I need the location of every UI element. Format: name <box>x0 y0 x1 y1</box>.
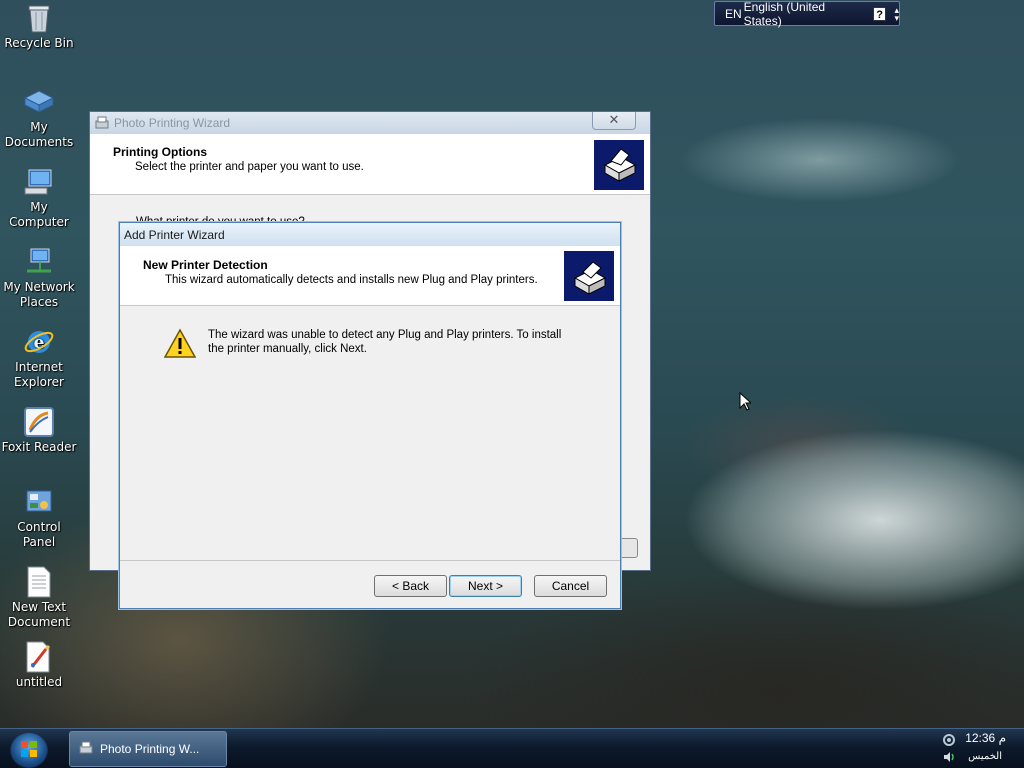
options-chevron-icon[interactable]: ▴ ▾ <box>894 5 899 22</box>
desktop-icon-untitled[interactable]: untitled <box>0 641 78 690</box>
add-printer-header-title: New Printer Detection <box>143 258 268 272</box>
warning-icon <box>163 328 197 360</box>
photo-wizard-app-icon <box>94 115 110 131</box>
documents-icon <box>23 86 55 118</box>
system-tray: 12:36 م الخميس <box>932 729 1024 768</box>
language-code[interactable]: EN <box>725 7 742 21</box>
text-document-icon <box>23 566 55 598</box>
control-panel-icon <box>23 486 55 518</box>
internet-explorer-icon: e <box>23 326 55 358</box>
add-printer-title: Add Printer Wizard <box>124 227 225 242</box>
foxit-reader-icon <box>23 406 55 438</box>
desktop-icon-network-places[interactable]: My Network Places <box>0 246 78 310</box>
help-icon[interactable]: ? <box>872 6 887 21</box>
desktop-icon-label: My Documents <box>4 120 74 149</box>
desktop-icon-label: My Computer <box>9 200 69 229</box>
desktop-icon-my-computer[interactable]: My Computer <box>0 166 78 230</box>
taskbar: Photo Printing W... 12:36 م الخميس <box>0 728 1024 768</box>
desktop-icon-new-text-document[interactable]: New Text Document <box>0 566 78 630</box>
desktop-icon-label: New Text Document <box>7 600 71 629</box>
taskbar-item-photo-printing-wizard[interactable]: Photo Printing W... <box>69 731 227 767</box>
network-status-icon[interactable] <box>942 733 956 747</box>
next-button[interactable]: Next > <box>449 575 522 597</box>
recycle-bin-icon <box>23 2 55 34</box>
add-printer-header-subtitle: This wizard automatically detects and in… <box>165 274 538 286</box>
language-bar[interactable]: EN English (United States) ? ▴ ▾ <box>714 0 900 28</box>
start-button[interactable] <box>10 732 48 768</box>
cancel-button[interactable]: Cancel <box>534 575 607 597</box>
desktop-icon-label: Control Panel <box>17 520 61 549</box>
computer-icon <box>23 166 55 198</box>
clock-time[interactable]: 12:36 م <box>965 731 1006 745</box>
back-button[interactable]: < Back <box>374 575 447 597</box>
paint-file-icon <box>23 641 55 673</box>
desktop-icon-label: My Network Places <box>3 280 75 309</box>
speaker-icon[interactable] <box>942 750 956 764</box>
taskbar-item-label: Photo Printing W... <box>100 742 200 756</box>
warning-message-row: The wizard was unable to detect any Plug… <box>163 328 568 360</box>
desktop-icon-label: Recycle Bin <box>4 36 74 50</box>
photo-wizard-title: Photo Printing Wizard <box>114 116 231 130</box>
mouse-cursor-icon <box>739 391 753 414</box>
windows-logo-icon <box>20 740 38 761</box>
photo-wizard-app-icon <box>78 740 94 759</box>
desktop-icon-label: Internet Explorer <box>14 360 64 389</box>
printer-wizard-icon <box>564 251 614 301</box>
desktop-icon-label: Foxit Reader <box>1 440 77 454</box>
add-printer-wizard-dialog: Add Printer Wizard New Printer Detection… <box>119 222 621 609</box>
button-area: < Back Next > Cancel <box>120 560 620 608</box>
desktop-icon-recycle-bin[interactable]: Recycle Bin <box>0 2 78 51</box>
desktop-icon-internet-explorer[interactable]: e Internet Explorer <box>0 326 78 390</box>
network-icon <box>23 246 55 278</box>
photo-wizard-finish-button-edge <box>618 538 638 558</box>
language-name[interactable]: English (United States) <box>744 0 865 28</box>
desktop-icon-my-documents[interactable]: My Documents <box>0 86 78 150</box>
clock-day[interactable]: الخميس <box>968 751 1002 762</box>
warning-message: The wizard was unable to detect any Plug… <box>208 329 562 355</box>
add-printer-titlebar[interactable]: Add Printer Wizard <box>120 223 620 246</box>
desktop-icon-control-panel[interactable]: Control Panel <box>0 486 78 550</box>
close-button[interactable]: ✕ <box>592 112 636 130</box>
printer-wizard-icon <box>594 140 644 190</box>
photo-wizard-titlebar[interactable]: Photo Printing Wizard ✕ <box>90 112 650 134</box>
photo-wizard-header-subtitle: Select the printer and paper you want to… <box>135 161 364 173</box>
add-printer-header: New Printer Detection This wizard automa… <box>120 246 620 306</box>
desktop-icon-foxit-reader[interactable]: Foxit Reader <box>0 406 78 455</box>
photo-wizard-header: Printing Options Select the printer and … <box>90 134 650 195</box>
desktop-icon-label: untitled <box>15 675 63 689</box>
photo-wizard-header-title: Printing Options <box>113 145 207 159</box>
